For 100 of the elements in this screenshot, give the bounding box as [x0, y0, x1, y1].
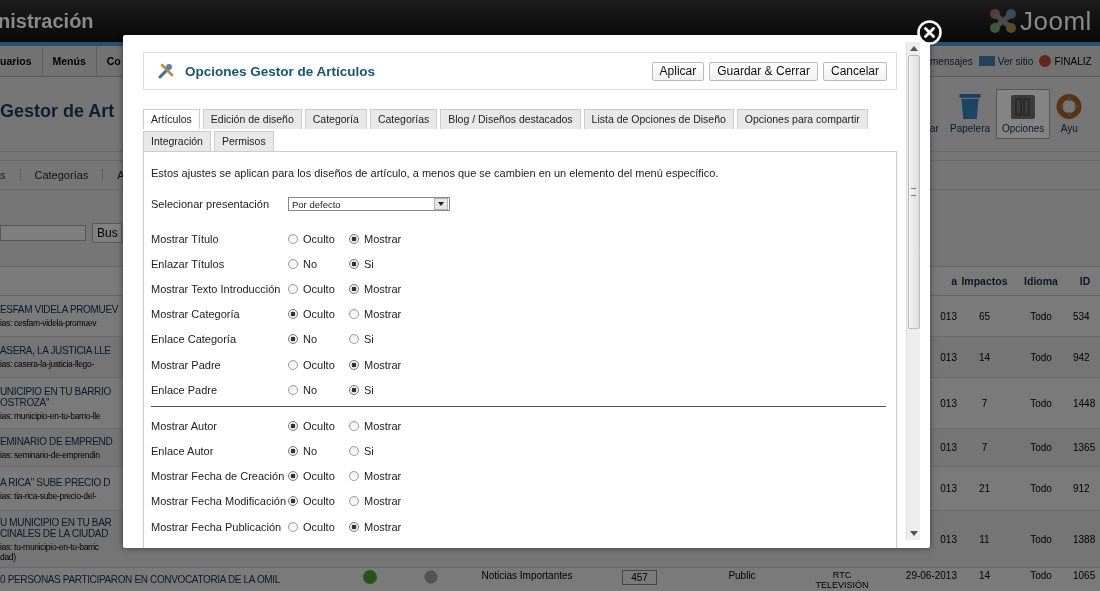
field-label: Mostrar Categoría: [151, 308, 241, 321]
table-cell: Todo: [1030, 442, 1052, 453]
status-link[interactable]: FINALIZ: [1054, 55, 1092, 67]
status-link[interactable]: Ver sitio: [997, 55, 1034, 67]
radio-button[interactable]: [288, 233, 298, 244]
radio-button[interactable]: [288, 471, 298, 482]
table-cell: 942: [1073, 351, 1090, 363]
menu-item[interactable]: uarios: [0, 46, 43, 76]
field-label: Enlace Autor: [151, 445, 215, 458]
article-title[interactable]: EMINARIO DE EMPREND: [0, 435, 113, 447]
radio-button[interactable]: [349, 334, 359, 345]
radio-button[interactable]: [349, 309, 359, 320]
column-header[interactable]: ID: [1070, 275, 1100, 287]
menu-item[interactable]: Menús: [42, 46, 97, 76]
toolbar-button[interactable]: Ayu: [1050, 89, 1084, 139]
radio-button[interactable]: [288, 309, 298, 320]
table-cell: 14: [978, 351, 991, 363]
table-cell: 7: [981, 442, 988, 453]
tab[interactable]: Edición de diseño: [202, 109, 302, 129]
table-cell: 1065: [1073, 570, 1096, 581]
field-label: Mostrar Fecha de Creación: [151, 470, 286, 483]
radio-button[interactable]: [349, 384, 359, 395]
radio-button[interactable]: [349, 521, 359, 532]
radio-button[interactable]: [349, 283, 359, 294]
table-cell: Public: [728, 570, 756, 581]
status-link[interactable]: mensajes: [930, 55, 973, 67]
tab[interactable]: Opciones para compartir: [736, 109, 868, 129]
dialog-button[interactable]: Aplicar: [651, 61, 705, 81]
option-label: Oculto: [303, 232, 335, 245]
sliders-icon: [1011, 95, 1036, 119]
radio-button[interactable]: [288, 420, 298, 431]
table-cell: 1448: [1073, 397, 1096, 409]
radio-button[interactable]: [288, 446, 298, 457]
tab[interactable]: Permisos: [213, 131, 274, 151]
layout-select[interactable]: Por defecto: [288, 197, 450, 211]
option-label: Mostrar: [364, 282, 402, 295]
radio-button[interactable]: [288, 359, 298, 370]
article-title[interactable]: ASERA, LA JUSTICIA LLE: [0, 345, 111, 356]
radio-button[interactable]: [349, 471, 359, 482]
table-cell: 912: [1073, 483, 1090, 494]
option-label: No: [303, 257, 318, 270]
radio-button[interactable]: [288, 334, 298, 345]
order-field[interactable]: 457: [622, 570, 657, 585]
radio-button[interactable]: [288, 384, 298, 395]
article-alias: ias: municipio-en-tu-barrio-lle: [0, 410, 101, 421]
option-label: Oculto: [303, 282, 335, 295]
column-header[interactable]: a: [951, 275, 957, 287]
article-title[interactable]: A RICA" SUBE PRECIO D: [0, 476, 111, 488]
radio-button[interactable]: [349, 446, 359, 457]
logo-icon: [988, 7, 1018, 35]
option-label: Oculto: [303, 520, 335, 533]
radio-button[interactable]: [288, 496, 298, 507]
radio-button[interactable]: [288, 258, 298, 269]
scroll-down-icon[interactable]: [909, 531, 918, 537]
radio-button[interactable]: [349, 420, 359, 431]
search-button[interactable]: Bus: [92, 223, 122, 243]
radio-button[interactable]: [349, 496, 359, 507]
close-button[interactable]: [917, 20, 942, 45]
table-cell: 013: [940, 397, 957, 409]
radio-button[interactable]: [288, 521, 298, 532]
tab[interactable]: Lista de Opciones de Diseño: [583, 109, 734, 129]
submenu-item[interactable]: Categorías: [20, 169, 104, 181]
toolbar-button[interactable]: ar: [930, 89, 944, 139]
radio-button[interactable]: [349, 258, 359, 269]
submenu-item[interactable]: s: [0, 169, 21, 181]
dialog-button[interactable]: Cancelar: [822, 61, 887, 81]
table-cell: 1388: [1073, 533, 1096, 545]
toolbar-button[interactable]: Opciones: [996, 89, 1051, 139]
table-cell: Todo: [1030, 483, 1052, 494]
tab[interactable]: Categoría: [304, 109, 367, 129]
radio-button[interactable]: [349, 359, 359, 370]
article-title[interactable]: U MUNICIPIO EN TU BAR CINALES DE LA CIUDAD: [0, 516, 112, 539]
tab[interactable]: Blog / Diseños destacados: [440, 109, 581, 129]
field-label: Mostrar Fecha Modificación: [151, 495, 288, 508]
status-icon[interactable]: [424, 570, 438, 584]
field-label: Mostrar Título: [151, 232, 220, 245]
article-alias: ias: tu-municipio-en-tu-barric dad): [0, 541, 99, 562]
tab[interactable]: Integración: [143, 131, 211, 151]
article-title[interactable]: UNICIPIO EN TU BARRIO OSTROZA": [0, 385, 111, 408]
intro-text: Estos ajustes se aplican para los diseños de artículo, a menos que se cambien en un elemento del menú específico.: [151, 167, 720, 179]
tab[interactable]: Artículos: [143, 109, 200, 129]
scrollbar[interactable]: [906, 42, 920, 540]
column-header[interactable]: Idioma: [1012, 275, 1070, 287]
check-icon[interactable]: [363, 570, 377, 584]
article-title[interactable]: 0 PERSONAS PARTICIPARON EN CONVOCATORIA DE LA OMIL: [0, 574, 280, 585]
tab[interactable]: Categorías: [369, 109, 438, 129]
article-title[interactable]: ESFAM VIDELA PROMUEV: [0, 304, 119, 315]
column-header[interactable]: Impactos: [957, 275, 1012, 287]
dialog-button[interactable]: Guardar & Cerrar: [709, 61, 818, 81]
option-label: Mostrar: [364, 419, 402, 432]
toolbar-button[interactable]: Papelera: [944, 89, 997, 139]
option-label: Mostrar: [364, 470, 402, 483]
radio-button[interactable]: [288, 283, 298, 294]
dialog-title: Opciones Gestor de Artículos: [185, 63, 376, 79]
table-cell-text: RTC TELEVISIÓN: [814, 570, 870, 590]
field-label: Mostrar Autor: [151, 419, 219, 432]
search-field[interactable]: [0, 225, 86, 241]
scroll-thumb[interactable]: [907, 55, 920, 329]
table-cell: 65: [978, 310, 991, 322]
radio-button[interactable]: [349, 233, 359, 244]
